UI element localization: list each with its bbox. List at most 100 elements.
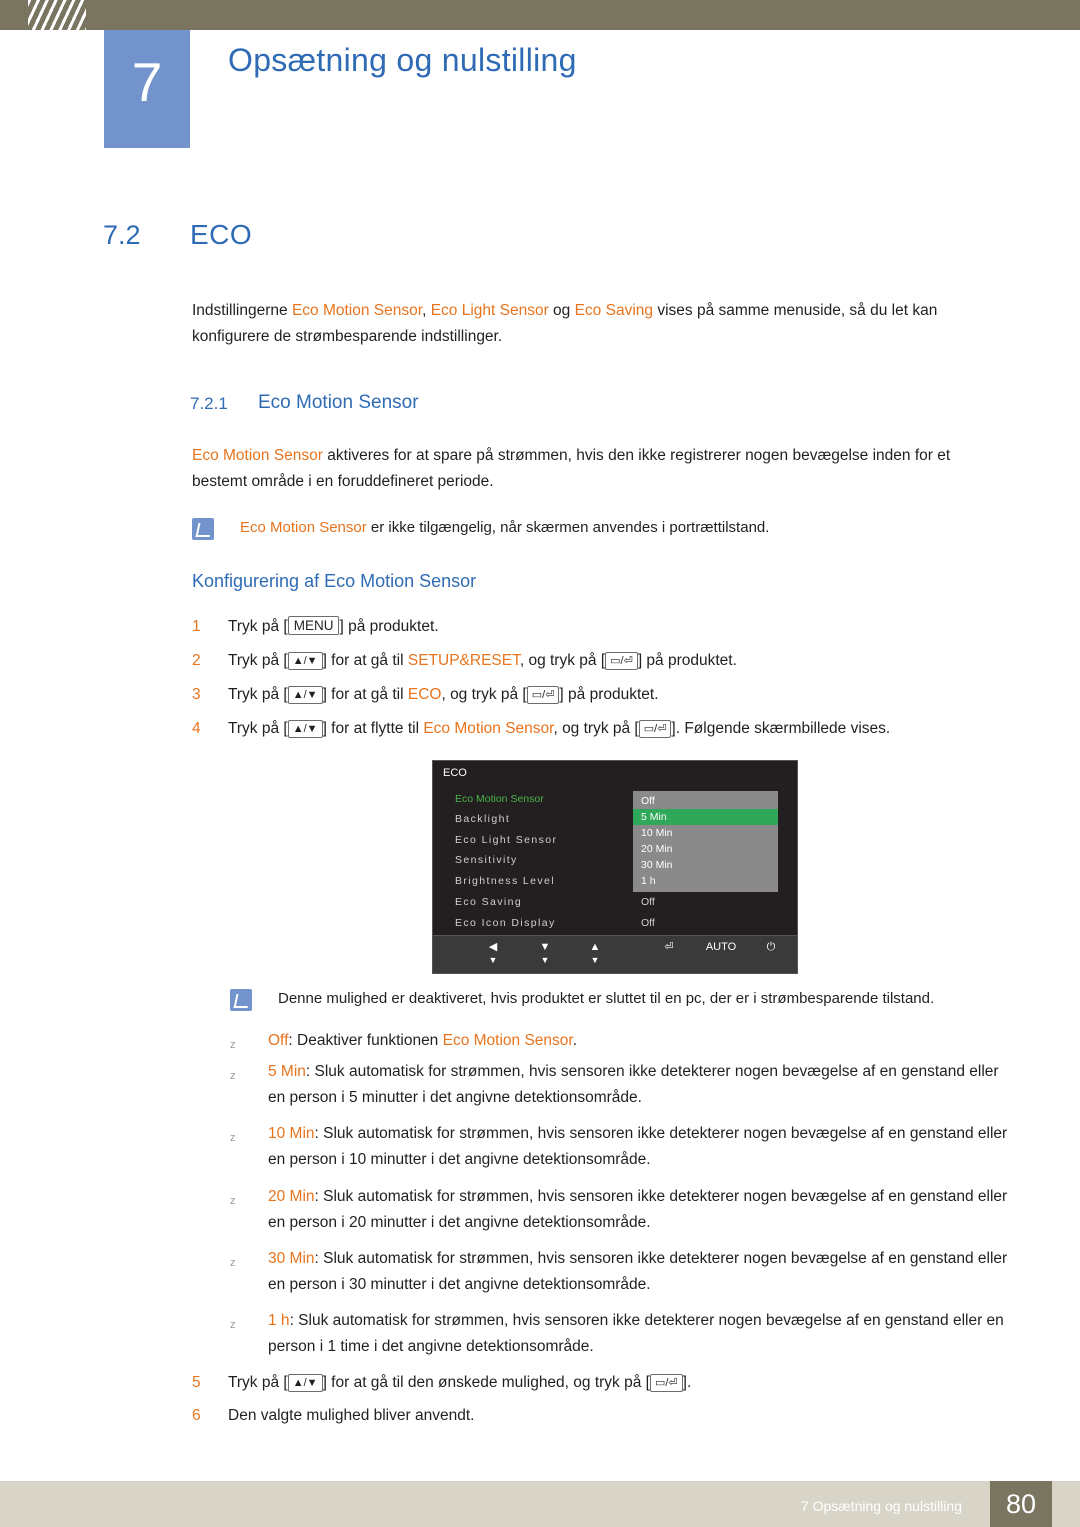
osd-button-bar: ◀ ▼ ▼ ▼ ▲ ▼ ⏎ AUTO ⏻: [433, 935, 797, 973]
step-5-body: Tryk på [▲/▼] for at gå til den ønskede …: [228, 1370, 691, 1396]
chapter-title: Opsætning og nulstilling: [228, 42, 577, 78]
note-icon: [192, 518, 214, 540]
osd-option-list[interactable]: Off 5 Min 10 Min 20 Min 30 Min 1 h: [633, 791, 778, 892]
osd-title: ECO: [443, 767, 467, 779]
note-term-eco-motion-sensor: Eco Motion Sensor: [240, 519, 367, 536]
option-body-5min: 5 Min: Sluk automatisk for strømmen, hvi…: [268, 1059, 1008, 1111]
option-term-10min: 10 Min: [268, 1125, 315, 1142]
paragraph-term-eco-motion-sensor: Eco Motion Sensor: [192, 447, 323, 464]
intro-text-3: og: [548, 302, 575, 319]
subsection-title: Eco Motion Sensor: [258, 392, 419, 413]
step-5-text-2: ] for at gå til den ønskede mulighed, og…: [322, 1374, 650, 1391]
option-body-30min: 30 Min: Sluk automatisk for strømmen, hv…: [268, 1246, 1008, 1298]
bullet-icon: z: [230, 1070, 236, 1082]
intro-term-eco-light-sensor: Eco Light Sensor: [430, 302, 549, 319]
step-3-body: Tryk på [▲/▼] for at gå til ECO, og tryk…: [228, 682, 659, 708]
down-arrow-icon: ▼: [540, 955, 550, 965]
step-2-text-4: ] på produktet.: [637, 652, 737, 669]
updown-key-icon: ▲/▼: [287, 720, 323, 738]
note-body: er ikke tilgængelig, når skærmen anvende…: [366, 519, 770, 536]
section-title: ECO: [190, 219, 253, 250]
note-text: Eco Motion Sensor er ikke tilgængelig, n…: [240, 516, 769, 540]
osd-screenshot: ECO Eco Motion Sensor Backlight Eco Ligh…: [432, 760, 798, 974]
osd-row-label-3: Sensitivity: [455, 854, 518, 866]
option-text-off: : Deaktiver funktionen: [288, 1032, 443, 1049]
option-text-1h: : Sluk automatisk for strømmen, hvis sen…: [268, 1312, 1004, 1355]
osd-option-off[interactable]: Off: [633, 793, 778, 809]
intro-text-1: Indstillingerne: [192, 302, 292, 319]
option-text-10min: : Sluk automatisk for strømmen, hvis sen…: [268, 1125, 1008, 1168]
section-number: 7.2: [103, 220, 141, 250]
left-arrow-icon: ◀: [488, 941, 498, 953]
option-term-5min: 5 Min: [268, 1063, 306, 1080]
osd-option-10min[interactable]: 10 Min: [633, 825, 778, 841]
intro-term-eco-motion-sensor: Eco Motion Sensor: [291, 302, 423, 319]
updown-key-icon: ▲/▼: [287, 686, 323, 704]
step-3-text-2: ] for at gå til: [322, 686, 408, 703]
step-2-body: Tryk på [▲/▼] for at gå til SETUP&RESET,…: [228, 648, 737, 674]
note-box-pc-powersave: Denne mulighed er deaktiveret, hvis prod…: [230, 987, 1010, 1017]
bullet-icon: z: [230, 1132, 236, 1144]
enter-key-icon: ▭/⏎: [638, 720, 672, 738]
step-6-body: Den valgte mulighed bliver anvendt.: [228, 1407, 475, 1424]
option-term-off: Off: [268, 1032, 289, 1049]
auto-label: AUTO: [705, 941, 737, 953]
step-4-text-3: , og tryk på [: [553, 720, 639, 737]
footer-page-number: 80: [990, 1481, 1052, 1527]
osd-button-auto: AUTO: [701, 941, 741, 954]
osd-button-up: ▲ ▼: [575, 941, 615, 966]
step-2-text-3: , og tryk på [: [519, 652, 606, 669]
step-4-text-1: Tryk på [: [228, 720, 288, 737]
step-1-body: Tryk på [MENU] på produktet.: [228, 614, 439, 640]
step-4-body: Tryk på [▲/▼] for at flytte til Eco Moti…: [228, 716, 890, 742]
enter-key-icon: ▭/⏎: [605, 652, 638, 670]
step-4-number: 4: [192, 720, 201, 737]
step-1-text-1: Tryk på [: [228, 618, 288, 635]
osd-row-label-4: Brightness Level: [455, 875, 556, 887]
step-4-term-eco-motion-sensor: Eco Motion Sensor: [423, 720, 554, 737]
osd-button-left: ◀ ▼: [473, 941, 513, 966]
osd-row-label-5: Eco Saving: [455, 896, 523, 908]
osd-button-down: ▼ ▼: [525, 941, 565, 966]
osd-row-value-6: Off: [641, 917, 655, 929]
option-text-5min: : Sluk automatisk for strømmen, hvis sen…: [268, 1063, 999, 1106]
step-5-text-1: Tryk på [: [228, 1374, 288, 1391]
step-3-term-eco: ECO: [407, 686, 442, 703]
configuration-heading: Konfigurering af Eco Motion Sensor: [192, 571, 477, 591]
osd-button-enter: ⏎: [649, 941, 689, 954]
chapter-number-badge: 7: [104, 30, 190, 148]
option-text-30min: : Sluk automatisk for strømmen, hvis sen…: [268, 1250, 1008, 1293]
osd-row-label-1: Backlight: [455, 813, 511, 825]
option-term-20min: 20 Min: [268, 1188, 315, 1205]
osd-option-30min[interactable]: 30 Min: [633, 857, 778, 873]
osd-button-power: ⏻: [751, 941, 791, 954]
note-icon: [230, 989, 252, 1011]
power-icon: ⏻: [766, 941, 776, 953]
osd-row-label-0: Eco Motion Sensor: [455, 793, 544, 805]
subsection-paragraph: Eco Motion Sensor aktiveres for at spare…: [192, 443, 1007, 495]
osd-row-label-6: Eco Icon Display: [455, 917, 556, 929]
bullet-icon: z: [230, 1039, 236, 1051]
option-term-30min: 30 Min: [268, 1250, 315, 1267]
step-5-number: 5: [192, 1374, 201, 1391]
intro-paragraph: Indstillingerne Eco Motion Sensor, Eco L…: [192, 298, 1002, 350]
updown-key-icon: ▲/▼: [287, 652, 323, 670]
up-arrow-icon: ▲: [589, 941, 601, 953]
step-4-text-2: ] for at flytte til: [322, 720, 424, 737]
down-arrow-icon: ▼: [590, 955, 600, 965]
option-term-eco-motion-sensor: Eco Motion Sensor: [442, 1032, 573, 1049]
header-bar: [0, 0, 1080, 30]
step-2-text-1: Tryk på [: [228, 652, 288, 669]
option-body-1h: 1 h: Sluk automatisk for strømmen, hvis …: [268, 1308, 1008, 1360]
osd-row-value-5: Off: [641, 896, 655, 908]
osd-option-1h[interactable]: 1 h: [633, 873, 778, 889]
step-6-number: 6: [192, 1407, 201, 1424]
intro-term-eco-saving: Eco Saving: [574, 302, 654, 319]
down-arrow-icon: ▼: [488, 955, 498, 965]
footer-text: 7 Opsætning og nulstilling: [800, 1498, 962, 1514]
osd-option-5min[interactable]: 5 Min: [633, 809, 778, 825]
subsection-number: 7.2.1: [190, 394, 228, 413]
header-hatch-decoration: [28, 0, 86, 30]
osd-option-20min[interactable]: 20 Min: [633, 841, 778, 857]
step-1-number: 1: [192, 618, 201, 635]
